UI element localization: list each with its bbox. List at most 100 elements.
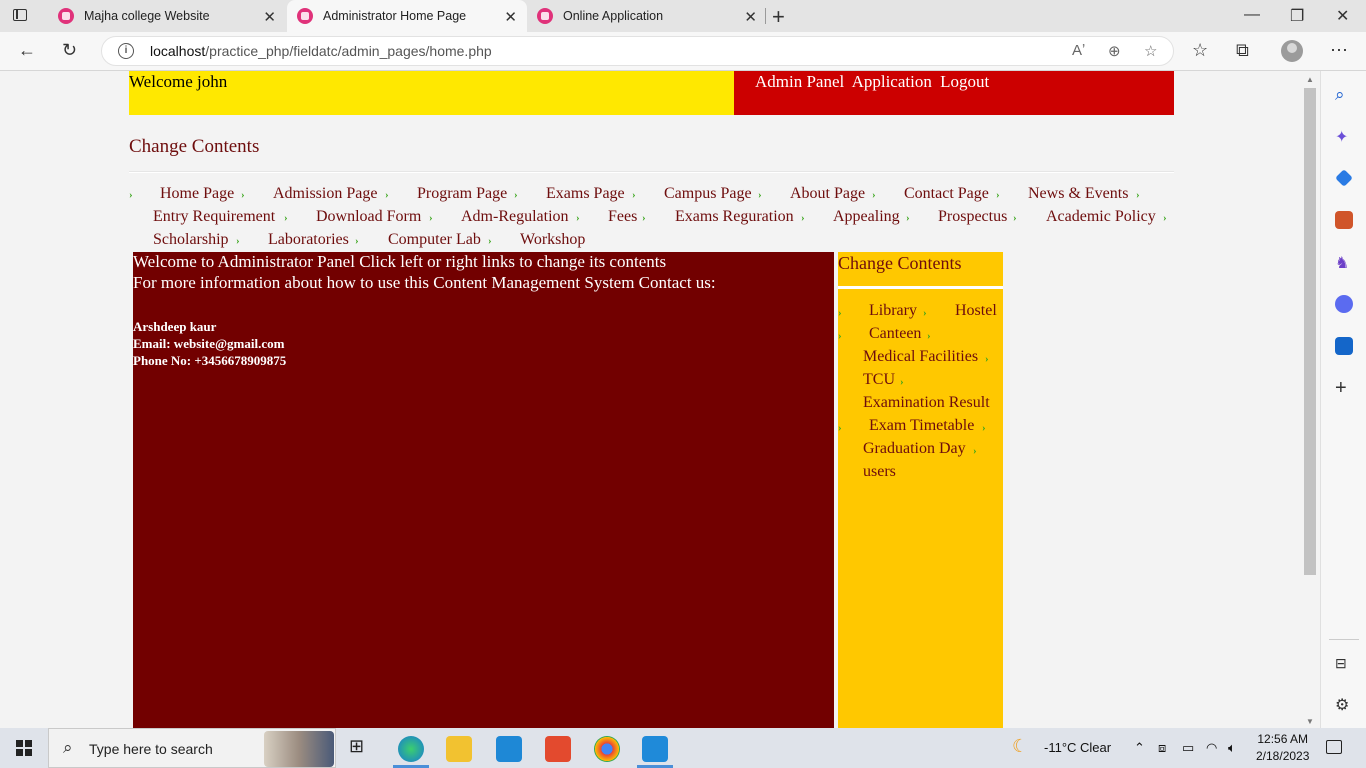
clock-time: 12:56 AM	[1257, 732, 1309, 746]
close-tab-icon[interactable]: ✕	[744, 8, 757, 26]
file-explorer-icon[interactable]	[446, 736, 472, 762]
vscode-icon[interactable]	[642, 736, 668, 762]
new-tab-icon[interactable]: +	[772, 4, 785, 30]
menu-item-download-form[interactable]: Download Form	[316, 208, 421, 226]
address-bar[interactable]: i localhost/practice_php/fieldatc/admin_…	[101, 36, 1174, 66]
browser-tab-bar: Majha college Website ✕ Administrator Ho…	[0, 0, 1366, 32]
arrow-icon: ›	[488, 235, 492, 247]
arrow-icon: ›	[632, 189, 636, 201]
info-message: For more information about how to use th…	[133, 273, 716, 292]
search-icon[interactable]: ⌕	[1335, 85, 1353, 104]
scroll-thumb[interactable]	[1304, 88, 1316, 575]
refresh-icon[interactable]: ↻	[62, 40, 77, 61]
logout-link[interactable]: Logout	[940, 72, 989, 91]
tab-separator	[765, 8, 766, 24]
taskbar-search[interactable]: ⌕ Type here to search	[48, 728, 336, 768]
menu-item-fees[interactable]: Fees	[608, 208, 637, 226]
side-item-exam-timetable[interactable]: Exam Timetable	[869, 417, 974, 435]
menu-item-adm-regulation[interactable]: Adm-Regulation	[461, 208, 569, 226]
notifications-icon[interactable]	[1326, 740, 1342, 754]
wps-office-icon[interactable]	[545, 736, 571, 762]
outlook-icon[interactable]	[1335, 337, 1353, 355]
side-item-graduation-day[interactable]: Graduation Day	[863, 440, 966, 458]
chevron-up-icon[interactable]: ⌃	[1134, 740, 1145, 756]
battery-icon[interactable]: ▭	[1182, 740, 1194, 756]
tab-actions-icon[interactable]	[10, 7, 30, 25]
side-item-medical-facilities[interactable]: Medical Facilities	[863, 348, 978, 366]
vertical-scrollbar[interactable]: ▲ ▼	[1302, 71, 1318, 728]
minimize-icon[interactable]: —	[1244, 6, 1260, 24]
collections-icon[interactable]: ⧉	[1236, 40, 1249, 61]
menu-item-appealing[interactable]: Appealing	[833, 208, 900, 226]
add-icon[interactable]: +	[1335, 377, 1353, 399]
admin-panel-link[interactable]: Admin Panel	[755, 72, 844, 91]
menu-item-scholarship[interactable]: Scholarship	[153, 231, 229, 249]
side-item-tcu[interactable]: TCU	[863, 371, 895, 389]
tab-majha-college[interactable]: Majha college Website ✕	[46, 0, 286, 32]
url-text[interactable]: localhost/practice_php/fieldatc/admin_pa…	[150, 43, 492, 59]
menu-item-home-page[interactable]: Home Page	[160, 185, 234, 203]
arrow-icon: ›	[758, 189, 762, 201]
side-item-examination-result[interactable]: Examination Result	[863, 394, 990, 412]
restore-icon[interactable]: ❐	[1290, 6, 1304, 26]
side-item-hostel[interactable]: Hostel	[955, 302, 997, 320]
wifi-icon[interactable]: ◠	[1206, 740, 1217, 756]
menu-item-academic-policy[interactable]: Academic Policy	[1046, 208, 1156, 226]
shopping-icon[interactable]	[1335, 169, 1353, 187]
settings-gear-icon[interactable]: ⚙	[1335, 695, 1353, 714]
tab-admin-home[interactable]: Administrator Home Page ✕	[287, 0, 527, 32]
weather-text[interactable]: -11°C Clear	[1044, 740, 1111, 755]
scroll-up-icon[interactable]: ▲	[1306, 75, 1314, 84]
task-view-icon[interactable]: ⊞	[349, 736, 375, 762]
menu-item-about-page[interactable]: About Page	[790, 185, 865, 203]
menu-item-entry-requirement[interactable]: Entry Requirement	[153, 208, 275, 226]
menu-item-laboratories[interactable]: Laboratories	[268, 231, 349, 249]
side-item-canteen[interactable]: Canteen	[869, 325, 921, 343]
app-favicon-icon	[537, 8, 553, 24]
menu-item-contact-page[interactable]: Contact Page	[904, 185, 989, 203]
sidebar-collapse-icon[interactable]: ⊟	[1335, 655, 1353, 673]
menu-item-news-events[interactable]: News & Events	[1028, 185, 1128, 203]
network-icon[interactable]: ⧈	[1158, 740, 1166, 756]
copilot-icon[interactable]: ✦	[1335, 127, 1353, 146]
close-tab-icon[interactable]: ✕	[504, 8, 517, 26]
read-aloud-icon[interactable]: Aʼ	[1072, 42, 1085, 59]
favorites-icon[interactable]: ☆	[1192, 40, 1208, 61]
side-item-users[interactable]: users	[863, 463, 896, 481]
menu-item-prospectus[interactable]: Prospectus	[938, 208, 1007, 226]
tab-online-application[interactable]: Online Application ✕	[527, 0, 767, 32]
tools-icon[interactable]	[1335, 211, 1353, 229]
add-favorite-icon[interactable]: ☆	[1144, 42, 1157, 60]
side-item-library[interactable]: Library	[869, 302, 917, 320]
application-link[interactable]: Application	[852, 72, 932, 91]
arrow-icon: ›	[996, 189, 1000, 201]
menu-item-admission-page[interactable]: Admission Page	[273, 185, 377, 203]
more-menu-icon[interactable]: ⋯	[1330, 40, 1348, 61]
close-tab-icon[interactable]: ✕	[263, 8, 276, 26]
zoom-icon[interactable]: ⊕	[1108, 42, 1121, 60]
games-icon[interactable]: ♞	[1335, 253, 1353, 272]
menu-item-campus-page[interactable]: Campus Page	[664, 185, 752, 203]
menu-item-workshop[interactable]: Workshop	[520, 231, 585, 249]
chrome-icon[interactable]	[594, 736, 620, 762]
mail-icon[interactable]	[496, 736, 522, 762]
back-icon[interactable]: ←	[18, 40, 36, 61]
volume-icon[interactable]: 🔈︎	[1228, 740, 1236, 756]
windows-start-icon[interactable]	[16, 740, 32, 756]
system-clock[interactable]: 12:56 AM 2/18/2023	[1256, 731, 1309, 765]
site-info-icon[interactable]: i	[118, 43, 134, 59]
weather-moon-icon[interactable]: ☾	[1012, 736, 1028, 757]
office-icon[interactable]	[1335, 295, 1353, 313]
scroll-down-icon[interactable]: ▼	[1306, 717, 1314, 726]
side-panel-title: Change Contents	[838, 253, 962, 273]
menu-item-program-page[interactable]: Program Page	[417, 185, 507, 203]
menu-item-exams-reguration[interactable]: Exams Reguration	[675, 208, 794, 226]
edge-icon[interactable]	[398, 736, 424, 762]
close-window-icon[interactable]: ✕	[1336, 6, 1349, 26]
menu-item-exams-page[interactable]: Exams Page	[546, 185, 625, 203]
arrow-icon: ›	[973, 445, 977, 457]
divider	[129, 171, 1174, 173]
profile-avatar[interactable]	[1281, 40, 1303, 62]
menu-item-computer-lab[interactable]: Computer Lab	[388, 231, 481, 249]
side-panel: Change Contents › Library › Hostel › Can…	[838, 252, 1003, 728]
